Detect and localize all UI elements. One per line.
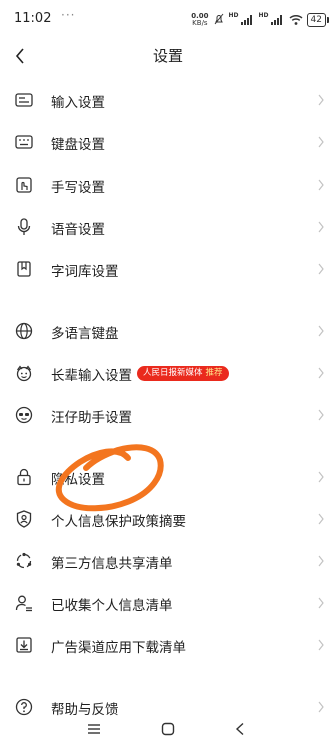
badge-highlight: 推荐 xyxy=(205,368,223,378)
settings-item-label: 帮助与反馈 xyxy=(51,702,119,718)
settings-item-ad-download[interactable]: 广告渠道应用下载清单 xyxy=(0,624,336,666)
shield-user-icon xyxy=(14,509,34,529)
chevron-right-icon xyxy=(318,367,324,379)
settings-item-label: 键盘设置 xyxy=(51,137,105,153)
mute-icon xyxy=(213,10,225,29)
settings-item-label: 隐私设置 xyxy=(51,472,105,488)
signal-icon xyxy=(240,10,255,29)
share-cycle-icon xyxy=(14,551,34,571)
help-icon xyxy=(14,697,34,717)
chevron-right-icon xyxy=(318,471,324,483)
net-speed: 0.00 KB/s xyxy=(191,12,208,27)
settings-item-label: 已收集个人信息清单 xyxy=(51,598,173,614)
battery-icon: 42 xyxy=(306,12,330,27)
status-time: 11:02 xyxy=(14,11,52,26)
globe-icon xyxy=(14,321,34,341)
settings-item-handwriting[interactable]: 手写设置 xyxy=(0,164,336,206)
nav-home-button[interactable] xyxy=(148,716,188,741)
settings-item-privacy[interactable]: 隐私设置 xyxy=(0,456,336,498)
nav-menu-button[interactable] xyxy=(74,716,114,741)
settings-item-label: 第三方信息共享清单 xyxy=(51,556,173,572)
hd-label: HD xyxy=(228,12,239,19)
microphone-icon xyxy=(14,217,34,237)
keyboard-icon xyxy=(14,132,34,152)
top-bar: 设置 xyxy=(0,36,336,76)
settings-item-voice[interactable]: 语音设置 xyxy=(0,206,336,248)
hd-label-2: HD xyxy=(258,12,269,19)
menu-icon xyxy=(88,723,100,734)
chevron-right-icon xyxy=(318,639,324,651)
wifi-icon xyxy=(289,10,303,29)
chevron-right-icon xyxy=(318,136,324,148)
back-triangle-icon xyxy=(235,722,244,735)
lock-icon xyxy=(14,467,34,487)
system-nav-bar xyxy=(0,716,336,741)
chevron-right-icon xyxy=(318,179,324,191)
nav-back-button[interactable] xyxy=(220,716,260,741)
assistant-icon xyxy=(14,405,34,425)
settings-item-label: 字词库设置 xyxy=(51,264,119,280)
chevron-right-icon xyxy=(318,94,324,106)
settings-item-keyboard[interactable]: 键盘设置 xyxy=(0,121,336,163)
settings-item-privacy-policy-summary[interactable]: 个人信息保护政策摘要 xyxy=(0,498,336,540)
status-more-dots: ··· xyxy=(61,8,76,22)
user-list-icon xyxy=(14,593,34,613)
signal-icon-2 xyxy=(270,10,285,29)
settings-item-label: 语音设置 xyxy=(51,222,105,238)
chevron-right-icon xyxy=(318,513,324,525)
chevron-right-icon xyxy=(318,221,324,233)
settings-item-assistant[interactable]: 汪仔助手设置 xyxy=(0,394,336,436)
page-title: 设置 xyxy=(152,47,183,65)
download-icon xyxy=(14,635,34,655)
home-square-icon xyxy=(161,722,175,735)
elder-face-icon xyxy=(14,363,34,383)
settings-item-label: 手写设置 xyxy=(51,180,105,196)
settings-item-label: 输入设置 xyxy=(51,95,105,111)
settings-item-multilingual[interactable]: 多语言键盘 xyxy=(0,310,336,352)
chevron-right-icon xyxy=(318,263,324,275)
chevron-right-icon xyxy=(318,555,324,567)
badge-text: 人民日报新媒体 xyxy=(143,368,203,378)
settings-item-label: 个人信息保护政策摘要 xyxy=(51,514,186,530)
recommend-badge: 人民日报新媒体 推荐 xyxy=(137,366,229,381)
dictionary-icon xyxy=(14,259,34,279)
settings-item-collected-info[interactable]: 已收集个人信息清单 xyxy=(0,582,336,624)
input-icon xyxy=(14,90,34,110)
chevron-right-icon xyxy=(318,409,324,421)
net-speed-unit: KB/s xyxy=(192,18,208,27)
chevron-right-icon xyxy=(318,325,324,337)
settings-item-label: 广告渠道应用下载清单 xyxy=(51,640,186,656)
settings-item-dictionary[interactable]: 字词库设置 xyxy=(0,248,336,290)
settings-item-label: 多语言键盘 xyxy=(51,326,119,342)
settings-item-label: 汪仔助手设置 xyxy=(51,410,132,426)
chevron-right-icon xyxy=(318,701,324,713)
status-bar: 11:02 ··· 0.00 KB/s HD HD 42 xyxy=(0,0,336,36)
handwriting-icon xyxy=(14,175,34,195)
settings-item-input[interactable]: 输入设置 xyxy=(0,79,336,121)
chevron-right-icon xyxy=(318,597,324,609)
status-icons: 0.00 KB/s HD HD 42 xyxy=(191,10,330,29)
settings-item-elder-input[interactable]: 长辈输入设置 人民日报新媒体 推荐 xyxy=(0,352,336,394)
settings-item-third-party-sharing[interactable]: 第三方信息共享清单 xyxy=(0,540,336,582)
settings-item-label: 长辈输入设置 xyxy=(51,368,132,384)
